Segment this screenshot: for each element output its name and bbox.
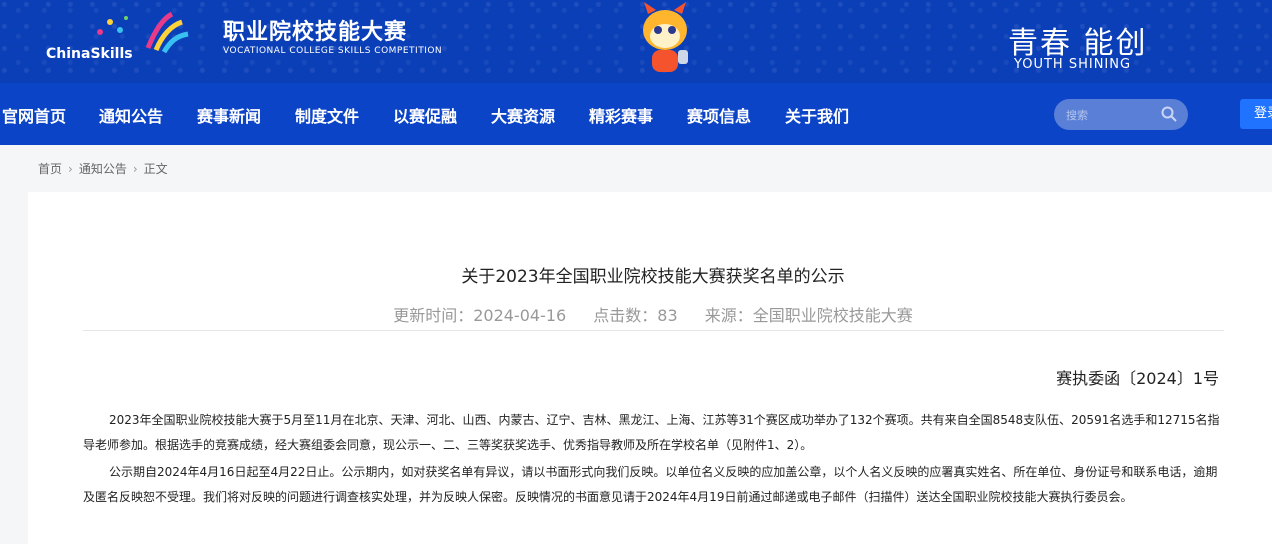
stars-icon	[97, 16, 128, 35]
nav-home[interactable]: 官网首页	[2, 103, 66, 127]
article-card: 关于2023年全国职业院校技能大赛获奖名单的公示 更新时间：2024-04-16…	[28, 192, 1272, 544]
article-paragraph: 公示期自2024年4月16日起至4月22日止。公示期内，如对获奖名单有异议，请以…	[83, 465, 1218, 504]
update-time: 更新时间：2024-04-16	[393, 306, 567, 325]
nav-notices[interactable]: 通知公告	[99, 103, 163, 127]
divider	[83, 330, 1224, 331]
nav-integration[interactable]: 以赛促融	[393, 103, 457, 127]
nav-highlights[interactable]: 精彩赛事	[589, 103, 653, 127]
nav-events[interactable]: 赛项信息	[687, 103, 751, 127]
search-icon[interactable]	[1160, 105, 1178, 123]
search-box[interactable]: 搜索	[1054, 99, 1188, 130]
nav-about[interactable]: 关于我们	[785, 103, 849, 127]
article-paragraph: 2023年全国职业院校技能大赛于5月至11月在北京、天津、河北、山西、内蒙古、辽…	[83, 413, 1220, 452]
click-count: 点击数：83	[593, 306, 678, 325]
chinaskills-logo[interactable]: ChinaSkills	[46, 46, 133, 62]
login-button[interactable]: 登录	[1240, 99, 1272, 129]
article-title: 关于2023年全国职业院校技能大赛获奖名单的公示	[461, 267, 845, 287]
breadcrumb-current: 正文	[143, 162, 168, 176]
nav-regulations[interactable]: 制度文件	[295, 103, 359, 127]
slogan: 青春 能创	[1008, 26, 1148, 61]
article-source: 来源：全国职业院校技能大赛	[704, 306, 913, 325]
site-subtitle: VOCATIONAL COLLEGE SKILLS COMPETITION	[223, 46, 443, 56]
mascot-icon	[643, 2, 688, 72]
article-meta: 更新时间：2024-04-16 点击数：83 来源：全国职业院校技能大赛	[28, 302, 1272, 326]
site-header: ChinaSkills 职业院校技能大赛 VOCATIONAL COLLEGE …	[0, 0, 1272, 83]
breadcrumb: 首页 › 通知公告 › 正文	[38, 160, 168, 177]
document-number: 赛执委函〔2024〕1号	[1056, 369, 1219, 388]
search-placeholder: 搜索	[1066, 109, 1088, 122]
site-title: 职业院校技能大赛	[223, 20, 408, 45]
chevron-right-icon: ›	[132, 162, 138, 176]
breadcrumb-notices[interactable]: 通知公告	[79, 162, 127, 176]
competition-logo-icon[interactable]	[142, 8, 190, 56]
nav-news[interactable]: 赛事新闻	[197, 103, 261, 127]
nav-resources[interactable]: 大赛资源	[491, 103, 555, 127]
main-nav: 官网首页 通知公告 赛事新闻 制度文件 以赛促融 大赛资源 精彩赛事 赛项信息 …	[0, 83, 1272, 145]
chevron-right-icon: ›	[68, 162, 73, 176]
slogan-en: YOUTH SHINING	[1014, 57, 1132, 72]
breadcrumb-home[interactable]: 首页	[38, 162, 62, 176]
